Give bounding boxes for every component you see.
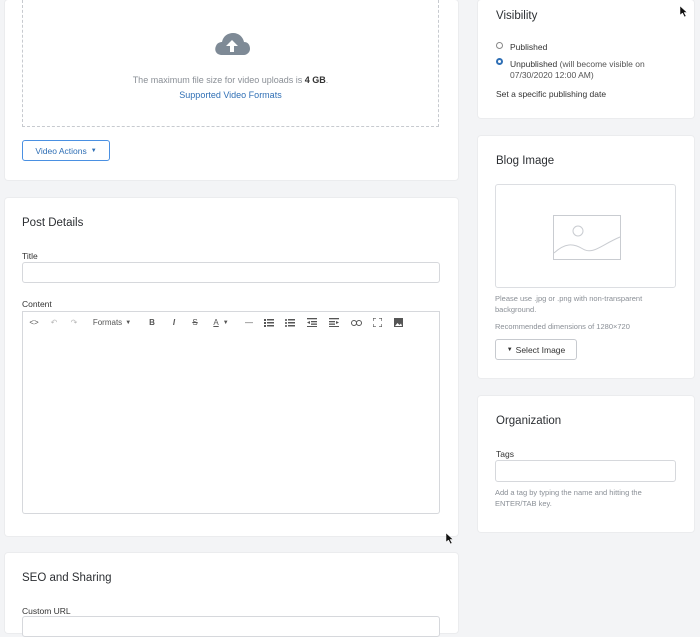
tags-help: Add a tag by typing the name and hitting… [495, 488, 642, 508]
caret-down-icon: ▼ [125, 319, 132, 326]
formats-dropdown[interactable]: Formats ▼ [89, 316, 135, 329]
chevron-down-icon: ▼ [90, 147, 97, 154]
outdent-icon[interactable] [305, 316, 319, 329]
strikethrough-button[interactable]: S [188, 316, 202, 329]
source-code-icon[interactable]: <> [27, 316, 41, 329]
upload-dropzone[interactable]: The maximum file size for video uploads … [22, 0, 439, 127]
video-upload-card: The maximum file size for video uploads … [5, 0, 458, 180]
redo-icon[interactable]: ↷ [67, 316, 81, 329]
published-label[interactable]: Published [510, 42, 547, 52]
max-size-prefix: The maximum file size for video uploads … [132, 75, 303, 85]
blog-image-title: Blog Image [496, 155, 555, 167]
image-placeholder-icon [553, 215, 621, 265]
supported-formats-link[interactable]: Supported Video Formats [23, 90, 438, 100]
max-size-suffix: . [325, 75, 329, 85]
horizontal-rule-button[interactable]: — [242, 316, 256, 329]
italic-button[interactable]: I [167, 316, 181, 329]
select-image-button[interactable]: ▼ Select Image [495, 339, 577, 360]
tags-label: Tags [496, 449, 514, 459]
unpublished-label: Unpublished [510, 59, 558, 69]
cloud-upload-icon [213, 30, 251, 56]
image-dimensions-help: Recommended dimensions of 1280×720 [495, 322, 630, 331]
fullscreen-icon[interactable] [370, 316, 384, 329]
video-actions-label: Video Actions [35, 145, 87, 156]
font-color-label: A [213, 318, 219, 327]
title-label: Title [22, 251, 38, 261]
indent-icon[interactable] [327, 316, 341, 329]
font-color-button[interactable]: A ▼ [207, 316, 235, 329]
caret-down-icon: ▼ [222, 319, 229, 326]
insert-image-icon[interactable] [391, 316, 405, 329]
content-editor-area[interactable] [22, 332, 440, 514]
select-image-label: Select Image [515, 344, 566, 355]
mouse-cursor-icon [679, 4, 688, 22]
caret-down-icon: ▼ [506, 346, 513, 353]
title-input[interactable] [22, 262, 440, 283]
max-size-value: 4 GB [304, 75, 326, 85]
published-radio[interactable] [496, 42, 503, 49]
unpublished-radio[interactable] [496, 58, 503, 65]
content-label: Content [22, 299, 52, 309]
mouse-cursor-icon [445, 531, 454, 549]
video-actions-button[interactable]: Video Actions ▼ [22, 140, 110, 161]
link-icon[interactable] [349, 316, 363, 329]
organization-title: Organization [496, 415, 562, 427]
bullet-list-icon[interactable] [262, 316, 276, 329]
bold-button[interactable]: B [145, 316, 159, 329]
upload-max-size-text: The maximum file size for video uploads … [23, 75, 438, 85]
set-publishing-date-link[interactable]: Set a specific publishing date [496, 89, 606, 99]
custom-url-input[interactable] [22, 616, 440, 637]
post-details-title: Post Details [22, 217, 84, 229]
unpublished-option[interactable]: Unpublished (will become visible on 07/3… [510, 59, 678, 81]
image-preview-box[interactable] [495, 184, 676, 288]
tags-input[interactable] [495, 460, 676, 482]
visibility-title: Visibility [496, 10, 538, 22]
image-format-help: Please use .jpg or .png with non-transpa… [495, 294, 643, 314]
formats-label: Formats [92, 318, 123, 327]
custom-url-label: Custom URL [22, 606, 71, 616]
editor-toolbar: <> ↶ ↷ Formats ▼ B I S A ▼ — [22, 311, 440, 333]
numbered-list-icon[interactable] [283, 316, 297, 329]
undo-icon[interactable]: ↶ [47, 316, 61, 329]
seo-sharing-title: SEO and Sharing [22, 572, 112, 584]
